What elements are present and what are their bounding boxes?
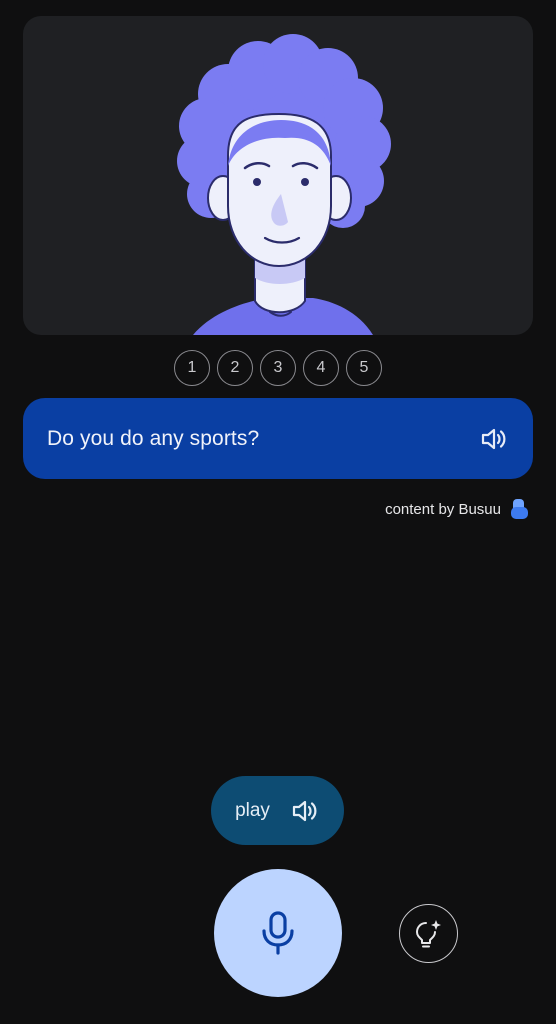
hint-button[interactable] xyxy=(399,904,458,963)
busuu-logo-icon xyxy=(510,498,530,520)
step-indicator: 1 2 3 4 5 xyxy=(0,350,556,386)
prompt-text: Do you do any sports? xyxy=(47,426,260,450)
step-4[interactable]: 4 xyxy=(303,350,339,386)
lightbulb-sparkle-icon xyxy=(415,919,441,947)
avatar-card xyxy=(23,16,533,335)
microphone-button[interactable] xyxy=(214,869,342,997)
content-credit: content by Busuu xyxy=(385,498,530,520)
play-label: play xyxy=(235,799,270,821)
play-button[interactable]: play xyxy=(211,776,344,845)
speaker-icon[interactable] xyxy=(479,424,509,454)
microphone-icon xyxy=(262,911,294,955)
step-2[interactable]: 2 xyxy=(217,350,253,386)
step-1[interactable]: 1 xyxy=(174,350,210,386)
step-3[interactable]: 3 xyxy=(260,350,296,386)
character-avatar-illustration xyxy=(177,34,391,335)
step-5[interactable]: 5 xyxy=(346,350,382,386)
credit-text: content by Busuu xyxy=(385,500,501,518)
prompt-bubble: Do you do any sports? xyxy=(23,398,533,479)
conversation-screen: 1 2 3 4 5 Do you do any sports? content … xyxy=(0,0,556,1024)
speaker-icon xyxy=(290,796,320,826)
